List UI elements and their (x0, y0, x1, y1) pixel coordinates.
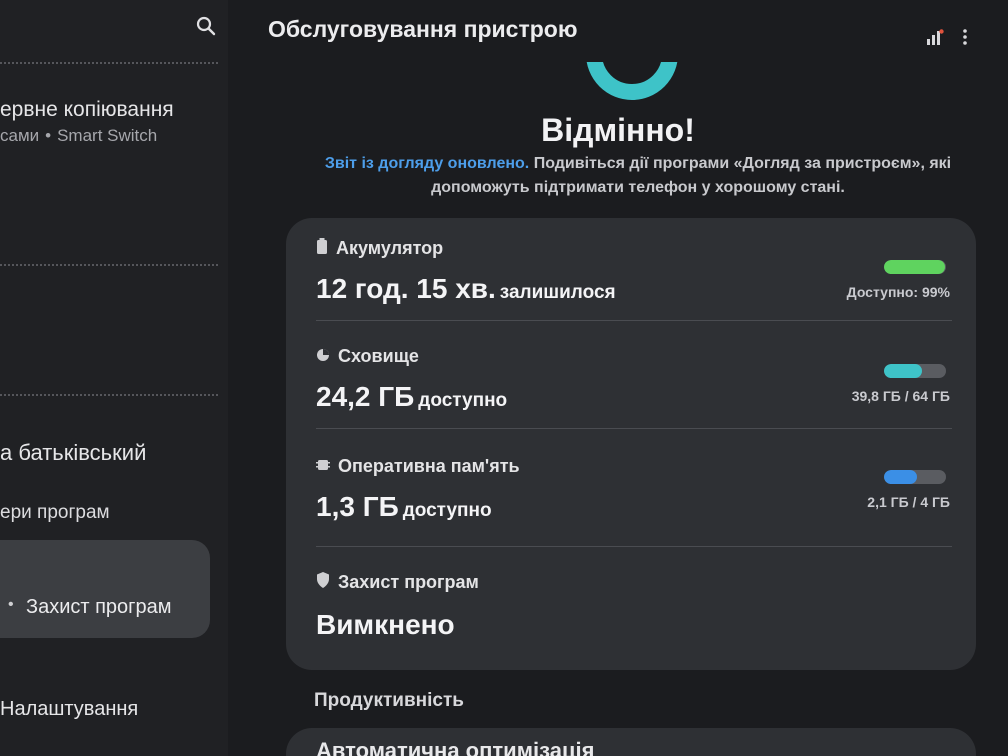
storage-free-value: 24,2 ГБ (316, 381, 415, 412)
storage-suffix: доступно (418, 390, 508, 411)
care-report-text: Звіт із догляду оновлено. Подивіться дії… (318, 152, 958, 200)
more-vertical-icon[interactable] (962, 28, 968, 51)
battery-level-bar (884, 260, 946, 274)
divider (316, 320, 952, 321)
divider (0, 394, 218, 396)
storage-label: Сховище (338, 346, 419, 366)
ram-caption: 2,1 ГБ / 4 ГБ (867, 494, 950, 510)
divider (316, 546, 952, 547)
ram-suffix: доступно (402, 500, 492, 521)
battery-suffix: залишилося (499, 282, 616, 303)
ram-usage-bar (884, 470, 946, 484)
app-protection-status: Вимкнено (316, 609, 455, 640)
divider (316, 428, 952, 429)
app-protection-label: Захист програм (338, 572, 479, 592)
backup-title[interactable]: ервне копіювання (0, 98, 174, 122)
device-status-card: Акумулятор 12 год. 15 хв. залишилося Дост… (286, 218, 976, 670)
parental-title[interactable]: а батьківський (0, 440, 146, 466)
care-report-link[interactable]: Звіт із догляду оновлено. (325, 155, 529, 172)
storage-usage-fill (884, 364, 923, 378)
page-title: Обслуговування пристрою (268, 16, 578, 42)
sidebar-item-settings[interactable]: Налаштування (0, 698, 138, 721)
auto-optimization-label: Автоматична оптимізація (316, 738, 595, 756)
auto-optimization-card[interactable]: Автоматична оптимізація (286, 728, 976, 756)
backup-sub-a: сами (0, 126, 40, 145)
divider (0, 62, 218, 64)
status-title: Відмінно! (541, 112, 695, 148)
storage-usage-bar (884, 364, 946, 378)
battery-icon (316, 238, 328, 259)
battery-caption: Доступно: 99% (846, 284, 950, 300)
device-care-pane: Обслуговування пристрою Відмінно! Звіт і… (228, 0, 1008, 756)
settings-list-pane: ервне копіювання сами • Smart Switch а бат… (0, 0, 228, 756)
memory-chip-icon (316, 456, 330, 477)
backup-sub-b: Smart Switch (57, 126, 158, 145)
backup-subtitle: сами • Smart Switch (0, 126, 158, 145)
ram-usage-fill (884, 470, 917, 484)
stats-icon[interactable] (926, 28, 944, 51)
section-performance: Продуктивність (314, 690, 464, 711)
ram-free-value: 1,3 ГБ (316, 491, 399, 522)
bullet-dot: • (8, 596, 14, 613)
status-ring-graphic (586, 62, 678, 100)
header-actions (926, 28, 968, 51)
sidebar-item-label: Захист програм (26, 596, 172, 618)
storage-icon (316, 346, 330, 367)
battery-level-fill (884, 260, 946, 274)
storage-caption: 39,8 ГБ / 64 ГБ (851, 388, 950, 404)
search-icon[interactable] (196, 16, 216, 36)
battery-row[interactable]: Акумулятор 12 год. 15 хв. залишилося Дост… (316, 238, 956, 305)
battery-time-value: 12 год. 15 хв. (316, 273, 496, 304)
app-protection-row[interactable]: Захист програм Вимкнено (316, 572, 956, 641)
shield-icon (316, 572, 330, 593)
storage-row[interactable]: Сховище 24,2 ГБ доступно 39,8 ГБ / 64 ГБ (316, 346, 956, 413)
ram-row[interactable]: Оперативна пам'ять 1,3 ГБ доступно 2,1 ГБ… (316, 456, 956, 523)
divider (0, 264, 218, 266)
sidebar-item-app-protection[interactable]: • Захист програм (0, 540, 210, 638)
parental-subtitle[interactable]: ери програм (0, 502, 110, 524)
ram-label: Оперативна пам'ять (338, 456, 520, 476)
battery-label: Акумулятор (336, 238, 444, 258)
